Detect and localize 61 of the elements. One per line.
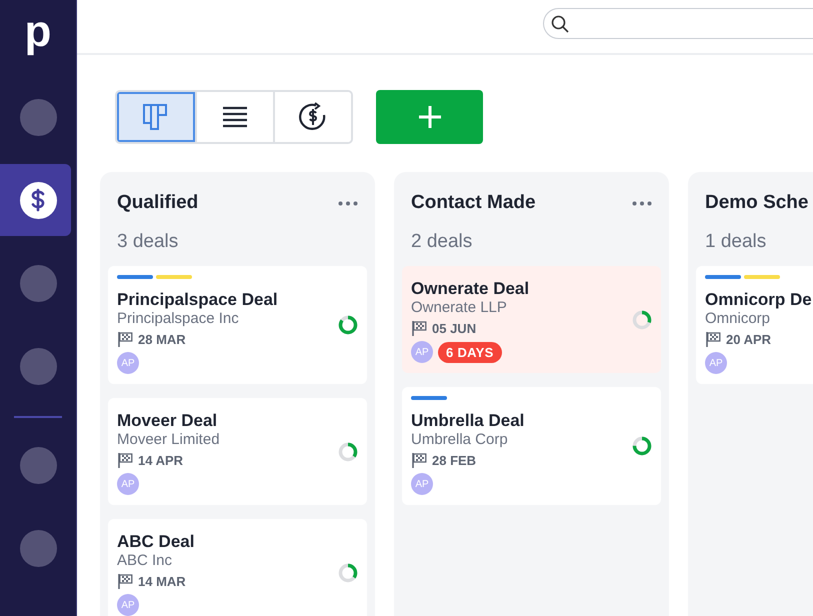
deal-title: Ownerate Deal: [411, 279, 530, 299]
owner-avatar: AP: [117, 352, 139, 374]
owner-avatar: AP: [411, 341, 433, 363]
more-icon[interactable]: [338, 200, 358, 206]
owner-avatar: AP: [411, 473, 433, 495]
deal-count: 1 deals: [704, 230, 768, 254]
deal-count: 3 deals: [116, 230, 180, 254]
dollar-cycle-icon: [298, 102, 328, 132]
company-name: ABC Inc: [117, 552, 172, 569]
column-title: Qualified: [117, 192, 198, 214]
flag-icon: [117, 452, 133, 468]
progress-ring: [337, 440, 359, 462]
logo[interactable]: p: [24, 0, 52, 70]
company-name: Principalspace Inc: [117, 310, 239, 327]
board-icon: [142, 103, 170, 131]
close-date: 28 MAR: [138, 332, 186, 346]
owner-avatar: AP: [117, 473, 139, 495]
deal-title: Omnicorp De: [705, 290, 812, 310]
deal-title: Moveer Deal: [117, 411, 218, 431]
deal-card[interactable]: Moveer Deal Moveer Limited 14 APR AP: [108, 398, 367, 505]
flag-icon: [411, 320, 427, 336]
column-title: Demo Sche: [705, 192, 808, 214]
flag-icon: [117, 573, 133, 589]
close-date: 28 FEB: [432, 452, 476, 468]
rotten-badge: 6 DAYS: [438, 342, 502, 362]
forecast-view-button[interactable]: [273, 92, 351, 142]
progress-ring: [337, 314, 359, 336]
plus-icon: [418, 105, 442, 129]
flag-icon: [411, 452, 427, 468]
company-name: Moveer Limited: [117, 431, 220, 448]
deal-title: Principalspace Deal: [117, 290, 278, 310]
deal-title: ABC Deal: [117, 532, 194, 552]
owner-avatar: AP: [705, 352, 727, 374]
add-button[interactable]: [376, 90, 483, 144]
list-icon: [222, 105, 248, 129]
company-name: Umbrella Corp: [411, 431, 508, 448]
deal-card[interactable]: Umbrella Deal Umbrella Corp 28 FEB AP: [402, 387, 661, 505]
search-icon: [551, 14, 569, 32]
deal-count: 2 deals: [410, 230, 474, 254]
deal-card[interactable]: Principalspace Deal Principalspace Inc 28 MAR AP: [108, 266, 367, 384]
close-date: 20 APR: [726, 332, 772, 346]
flag-icon: [117, 331, 133, 347]
search-field[interactable]: [543, 8, 813, 39]
sidebar-item[interactable]: [0, 164, 71, 236]
company-name: Ownerate LLP: [411, 299, 507, 316]
dollar-icon: [30, 188, 46, 212]
owner-avatar: AP: [117, 594, 139, 616]
deal-title: Umbrella Deal: [411, 411, 524, 431]
company-name: Omnicorp: [705, 310, 770, 327]
close-date: 14 MAR: [138, 574, 186, 588]
close-date: 14 APR: [138, 452, 184, 468]
deal-card[interactable]: Ownerate Deal Ownerate LLP 05 JUN AP 6 DAYS: [402, 266, 661, 373]
progress-ring: [631, 435, 653, 457]
close-date: 05 JUN: [432, 320, 476, 336]
progress-ring: [631, 308, 653, 330]
more-icon[interactable]: [632, 200, 652, 206]
progress-ring: [337, 562, 359, 584]
column-title: Contact Made: [411, 192, 536, 214]
deal-card[interactable]: Omnicorp De Omnicorp 20 APR AP: [696, 266, 813, 384]
deal-card[interactable]: ABC Deal ABC Inc 14 MAR AP: [108, 519, 367, 616]
flag-icon: [705, 331, 721, 347]
